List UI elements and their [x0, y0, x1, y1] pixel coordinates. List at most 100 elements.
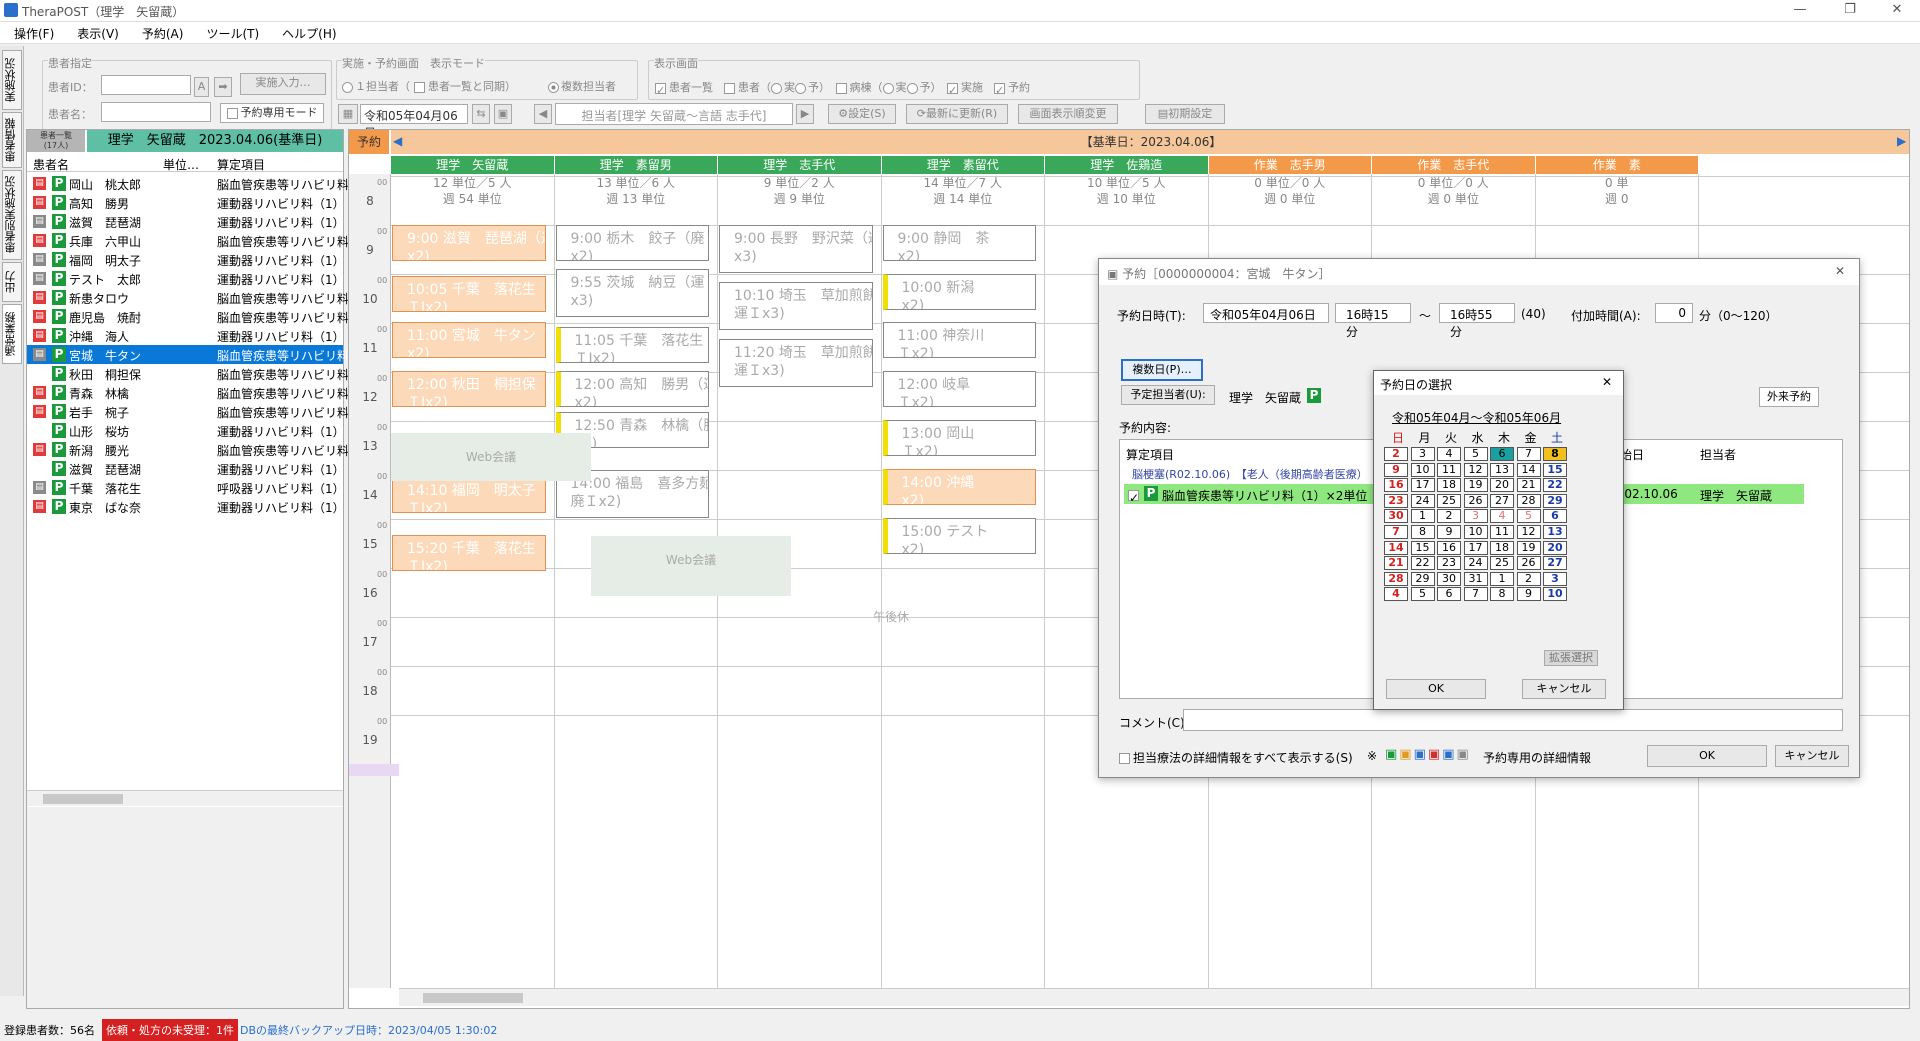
- calendar-icon[interactable]: ▦: [338, 104, 358, 124]
- patient-row[interactable]: ▤ P 鹿児島 焼酎 脳血管疾患等リハビリ料（: [27, 307, 361, 326]
- schedule-hscroll[interactable]: [399, 988, 1909, 1006]
- calendar-day[interactable]: 16: [1384, 478, 1408, 493]
- calendar-day[interactable]: 1: [1410, 509, 1435, 524]
- calendar-day[interactable]: 9: [1437, 525, 1461, 539]
- patient-row[interactable]: ▤ P 千葉 落花生 呼吸器リハビリ料（1）: [27, 478, 345, 497]
- staff-column-header[interactable]: 理学 素留代: [881, 156, 1045, 174]
- staff-column-header[interactable]: 作業 素: [1535, 156, 1699, 174]
- calendar-day[interactable]: 17: [1410, 478, 1435, 493]
- calendar-day[interactable]: 14: [1516, 462, 1541, 477]
- appointment-block[interactable]: 11:20 埼玉 草加煎餅（ 運Ｉx3): [719, 339, 873, 387]
- patient-row[interactable]: P 滋賀 琵琶湖 運動器リハビリ料（1）: [27, 459, 345, 478]
- display-screen-options[interactable]: ✓ 患者一覧 患者（実予） 病棟（実予） ✓ 実施 ✓ 予約: [655, 79, 1030, 97]
- patient-name-input[interactable]: [101, 102, 211, 122]
- staff-column-header[interactable]: 理学 志手代: [718, 156, 882, 174]
- calendar-day[interactable]: 18: [1437, 478, 1461, 493]
- calendar-day[interactable]: 15: [1410, 540, 1435, 555]
- calendar-ok-button[interactable]: OK: [1386, 679, 1486, 699]
- calendar-cancel-button[interactable]: キャンセル: [1522, 679, 1606, 699]
- calendar-day[interactable]: 28: [1516, 493, 1541, 508]
- appointment-block[interactable]: 9:00 栃木 餃子（廃Ｉ x2): [555, 225, 709, 261]
- calendar-day[interactable]: 7: [1463, 587, 1488, 602]
- menu-file[interactable]: 操作(F): [0, 22, 63, 42]
- patient-id-a-button[interactable]: A: [194, 77, 209, 97]
- calendar-day[interactable]: 28: [1384, 571, 1408, 586]
- appointment-block[interactable]: 10:10 埼玉 草加煎餅（ 運Ｉx3): [719, 282, 873, 330]
- expand-select-button[interactable]: 拡張選択: [1544, 650, 1598, 666]
- appointment-block[interactable]: 9:00 静岡 茶 x2): [882, 225, 1036, 261]
- calendar-day[interactable]: 12: [1463, 462, 1488, 477]
- calendar-day[interactable]: 9: [1384, 462, 1408, 477]
- calendar-day[interactable]: 12: [1516, 525, 1541, 539]
- display-mode-opt1[interactable]: １担当者（ 患者一覧と同期）: [342, 78, 516, 94]
- calendar-day[interactable]: 26: [1516, 556, 1541, 571]
- patient-row[interactable]: ▤ P 沖縄 海人 運動器リハビリ料（1）: [27, 326, 345, 345]
- dialog-ok-button[interactable]: OK: [1647, 745, 1767, 767]
- start-time-field[interactable]: 16時15分: [1335, 303, 1411, 339]
- vtab-normal[interactable]: 通常業務: [2, 304, 22, 364]
- patient-row[interactable]: ▤ P 青森 林檎 脳血管疾患等リハビリ料（: [27, 383, 361, 402]
- end-time-field[interactable]: 16時55分: [1439, 303, 1515, 339]
- calendar-day[interactable]: 10: [1463, 525, 1488, 539]
- minimize-button[interactable]: —: [1785, 2, 1815, 17]
- staff-column-header[interactable]: 理学 矢留蔵: [391, 156, 555, 174]
- staff-column-header[interactable]: 作業 志手男: [1208, 156, 1372, 174]
- patient-row[interactable]: ▤ P 新患タロウ 脳血管疾患等リハビリ料（: [27, 288, 361, 307]
- prev-date-icon[interactable]: ⇆: [472, 104, 490, 124]
- calendar-day[interactable]: 19: [1516, 540, 1541, 555]
- dialog-close-icon[interactable]: ✕: [1835, 264, 1845, 278]
- calendar-day[interactable]: 3: [1463, 509, 1488, 524]
- calendar-day[interactable]: 20: [1490, 478, 1514, 493]
- patient-row[interactable]: ▤ P 新潟 腰光 脳血管疾患等リハビリ料（: [27, 440, 361, 459]
- appointment-block[interactable]: 9:00 長野 野沢菜（運Ｉ x3): [719, 225, 873, 273]
- calendar-day[interactable]: 18: [1490, 540, 1514, 555]
- patient-row[interactable]: ▤ P 福岡 明太子 運動器リハビリ料（1）: [27, 250, 345, 269]
- display-order-button[interactable]: 画面表示順変更: [1018, 104, 1118, 124]
- menu-tools[interactable]: ツール(T): [192, 22, 268, 42]
- calendar-day[interactable]: 9: [1516, 587, 1541, 602]
- scroll-right-icon[interactable]: ▶: [1897, 134, 1906, 148]
- appointment-block[interactable]: 14:10 福岡 明太子（運 ＩⅠx2): [392, 477, 546, 513]
- detail-checkbox[interactable]: 担当療法の詳細情報をすべて表示する(S): [1119, 749, 1353, 766]
- outpatient-button[interactable]: 外来予約: [1759, 387, 1819, 407]
- calendar-day[interactable]: 6: [1543, 509, 1567, 524]
- calendar-day[interactable]: 6: [1437, 587, 1461, 602]
- appointment-block[interactable]: 9:55 茨城 納豆（運Ｉ x3): [555, 269, 709, 317]
- close-button[interactable]: ✕: [1882, 2, 1912, 17]
- menu-view[interactable]: 表示(V): [63, 22, 128, 42]
- patient-row[interactable]: ▤ P 東京 ばな奈 運動器リハビリ料（1）: [27, 497, 345, 516]
- calendar-day[interactable]: 30: [1437, 571, 1461, 586]
- refresh-button[interactable]: ⟳最新に更新(R): [906, 104, 1008, 124]
- dialog-cancel-button[interactable]: キャンセル: [1775, 745, 1849, 767]
- display-mode-opt2[interactable]: 複数担当者: [548, 78, 616, 94]
- vtab-patient-status[interactable]: 患者別実施状況: [2, 170, 22, 260]
- calendar-day[interactable]: 3: [1410, 447, 1435, 461]
- appointment-block[interactable]: 10:05 千葉 落花生（呼 ＩⅠx2): [392, 276, 546, 312]
- patient-row[interactable]: P 秋田 桐担保 脳血管疾患等リハビリ料（: [27, 364, 361, 383]
- appointment-block[interactable]: 9:00 滋賀 琵琶湖（運Ｉ x2): [392, 225, 546, 261]
- assigned-staff-button[interactable]: 予定担当者(U):: [1121, 385, 1215, 405]
- calendar-day[interactable]: 7: [1384, 525, 1408, 539]
- calendar-day[interactable]: 26: [1463, 493, 1488, 508]
- calendar-day[interactable]: 22: [1543, 478, 1567, 493]
- patient-row[interactable]: ▤ P 岩手 椀子 脳血管疾患等リハビリ料（: [27, 402, 361, 421]
- calendar-day[interactable]: 27: [1490, 493, 1514, 508]
- patient-row[interactable]: ▤ P 兵庫 六甲山 脳血管疾患等リハビリ料（: [27, 231, 361, 250]
- calendar-day[interactable]: 3: [1543, 571, 1567, 586]
- calendar-day[interactable]: 2: [1516, 571, 1541, 586]
- patient-row[interactable]: ▤ P テスト 太郎 運動器リハビリ料（1）: [27, 269, 345, 288]
- calendar-day[interactable]: 21: [1384, 556, 1408, 571]
- calendar-day[interactable]: 25: [1490, 556, 1514, 571]
- reserve-date-field[interactable]: 令和05年04月06日: [1203, 303, 1329, 323]
- patient-row[interactable]: P 山形 桜坊 運動器リハビリ料（1）: [27, 421, 345, 440]
- calendar-close-icon[interactable]: ✕: [1602, 375, 1612, 389]
- reserve-mode-checkbox[interactable]: [226, 107, 238, 119]
- calendar-day[interactable]: 5: [1463, 447, 1488, 461]
- calendar-day[interactable]: 14: [1384, 540, 1408, 555]
- appointment-block[interactable]: 11:00 宮城 牛タン（脳Ｉ x2): [392, 322, 546, 358]
- calendar-day[interactable]: 10: [1410, 462, 1435, 477]
- appointment-block[interactable]: 10:00 新潟 x2): [882, 274, 1036, 310]
- calendar-day[interactable]: 24: [1463, 556, 1488, 571]
- calendar-day[interactable]: 4: [1384, 587, 1408, 602]
- settings-button[interactable]: ⚙設定(S): [828, 104, 896, 124]
